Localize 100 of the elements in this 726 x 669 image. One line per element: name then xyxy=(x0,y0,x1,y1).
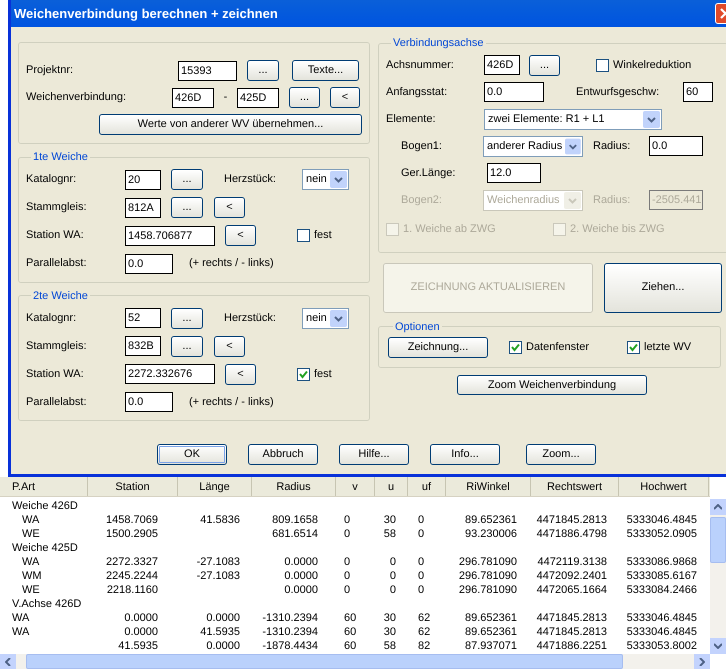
pick-button[interactable]: < xyxy=(330,87,360,108)
table-cell: 4472119.3138 xyxy=(537,556,607,568)
scrollbar-thumb[interactable] xyxy=(710,517,726,563)
dialog-button[interactable]: Zoom... xyxy=(526,444,596,465)
table-cell: 0.0000 xyxy=(284,584,318,596)
table-cell: 93.230006 xyxy=(465,528,517,540)
checkbox[interactable] xyxy=(596,58,609,72)
text-field[interactable]: 0.0 xyxy=(484,82,544,102)
pull-button[interactable]: Ziehen... xyxy=(604,262,722,312)
text-field[interactable]: 425D xyxy=(237,88,279,108)
field-label: Herzstück: xyxy=(224,172,277,188)
separator-text: - xyxy=(222,90,228,106)
checkbox[interactable] xyxy=(509,341,522,354)
pick-button[interactable]: < xyxy=(214,197,245,218)
scroll-right-button[interactable] xyxy=(694,654,710,669)
scrollbar-thumb[interactable] xyxy=(26,654,623,669)
dialog-button[interactable]: Hilfe... xyxy=(339,444,409,465)
table-cell: 0.0000 xyxy=(284,556,318,568)
checkbox-label: 2. Weiche bis ZWG xyxy=(570,222,665,238)
dropdown[interactable]: zwei Elemente: R1 + L1 xyxy=(484,108,662,130)
dropdown[interactable]: nein xyxy=(302,169,349,190)
table-cell: WE xyxy=(22,528,40,540)
table-cell: 41.5935 xyxy=(200,626,240,638)
table-cell: 0.0000 xyxy=(206,640,240,652)
group-row-label: Weiche 425D xyxy=(11,541,78,555)
table-cell: 0 xyxy=(344,514,350,526)
column-header[interactable]: v xyxy=(336,477,375,496)
table-cell: 58 xyxy=(384,528,396,540)
field-label: Elemente: xyxy=(386,112,437,127)
table-cell: 0 xyxy=(418,570,424,582)
table-cell: 0.0000 xyxy=(124,612,158,624)
caret-icon xyxy=(564,192,581,208)
dialog-button[interactable]: Info... xyxy=(430,444,500,465)
dialog-button[interactable]: Abbruch xyxy=(248,444,318,465)
text-field[interactable]: 2272.332676 xyxy=(125,364,215,384)
pick-button[interactable]: < xyxy=(214,336,245,356)
checkbox[interactable] xyxy=(297,229,310,242)
table-cell: 58 xyxy=(384,640,396,652)
table-cell: 4471886.4798 xyxy=(536,528,607,540)
texts-button[interactable]: Texte... xyxy=(292,60,359,81)
text-field[interactable]: 15393 xyxy=(178,60,237,80)
table-cell: 5333046.4845 xyxy=(626,612,697,624)
browse-button[interactable]: ... xyxy=(289,87,320,108)
scroll-down-button[interactable] xyxy=(710,638,726,654)
table-cell: 30 xyxy=(384,626,396,638)
field-label: Radius: xyxy=(593,192,632,208)
column-header[interactable]: Länge xyxy=(178,477,252,496)
column-header[interactable]: RiWinkel xyxy=(446,477,531,496)
hint-text: (+ rechts / - links) xyxy=(189,256,274,272)
table-cell: 30 xyxy=(384,612,396,624)
table-cell: 89.652361 xyxy=(465,626,517,638)
text-field[interactable]: 20 xyxy=(125,170,161,190)
text-field[interactable]: 12.0 xyxy=(487,163,541,183)
column-header[interactable]: Radius xyxy=(252,477,336,496)
text-field[interactable]: 52 xyxy=(125,308,161,328)
text-field[interactable]: 812A xyxy=(125,198,161,218)
drawing-button[interactable]: Zeichnung... xyxy=(388,337,488,358)
dropdown[interactable]: nein xyxy=(302,308,349,328)
text-field[interactable]: 0.0 xyxy=(125,254,173,274)
column-header[interactable]: uf xyxy=(408,477,446,496)
text-field[interactable]: 0.0 xyxy=(125,392,173,412)
table-cell: 296.781090 xyxy=(458,584,517,596)
copy-values-button[interactable]: Werte von anderer WV übernehmen... xyxy=(99,114,362,135)
table-cell: -27.1083 xyxy=(196,570,240,582)
dropdown[interactable]: anderer Radius xyxy=(483,136,583,156)
field-label: Bogen2: xyxy=(401,192,443,208)
table-cell: 0 xyxy=(344,528,350,540)
browse-button[interactable]: ... xyxy=(171,197,203,218)
text-field[interactable]: 426D xyxy=(172,88,214,108)
browse-button[interactable]: ... xyxy=(171,308,203,328)
table-cell: -27.1083 xyxy=(196,556,240,568)
text-field[interactable]: 832B xyxy=(125,336,161,356)
table-cell: 0 xyxy=(344,570,350,582)
table-cell: 0.0000 xyxy=(284,570,318,582)
column-header[interactable]: u xyxy=(375,477,408,496)
text-field[interactable]: 60 xyxy=(683,82,713,102)
text-field[interactable]: 1458.706877 xyxy=(125,226,215,246)
browse-button[interactable]: ... xyxy=(171,336,203,356)
column-header[interactable]: Hochwert xyxy=(619,477,709,496)
column-header[interactable]: Rechtswert xyxy=(531,477,619,496)
scroll-up-button[interactable] xyxy=(710,499,726,515)
browse-button[interactable]: ... xyxy=(529,54,560,76)
checkbox[interactable] xyxy=(297,368,310,380)
browse-button[interactable]: ... xyxy=(247,60,279,81)
text-field[interactable]: 426D xyxy=(484,55,520,75)
text-field[interactable]: 0.0 xyxy=(649,136,703,156)
checkbox[interactable] xyxy=(627,341,640,354)
browse-button[interactable]: ... xyxy=(171,169,203,190)
caret-icon xyxy=(565,138,581,154)
column-header[interactable]: P.Art xyxy=(8,477,88,496)
scroll-left-button[interactable] xyxy=(0,654,16,669)
zoom-connection-button[interactable]: Zoom Weichenverbindung xyxy=(457,375,647,395)
dialog-button[interactable]: OK xyxy=(157,444,227,465)
pick-button[interactable]: < xyxy=(225,225,256,246)
table-cell: 60 xyxy=(344,612,356,624)
column-header[interactable]: Station xyxy=(88,477,178,496)
pick-button[interactable]: < xyxy=(225,364,256,384)
table-cell: 89.652361 xyxy=(465,514,517,526)
table-cell: 60 xyxy=(344,640,356,652)
field-label: Projektnr: xyxy=(26,63,74,78)
